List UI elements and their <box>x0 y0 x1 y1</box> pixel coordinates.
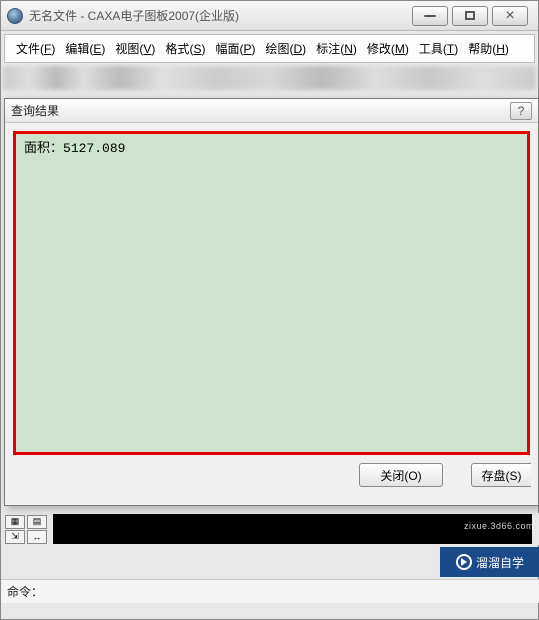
command-line: 命令： <box>1 579 539 603</box>
watermark-text: 溜溜自学 <box>476 554 524 571</box>
menu-annot[interactable]: 标注(N) <box>311 38 362 59</box>
menu-view[interactable]: 视图(V) <box>110 38 160 59</box>
dialog-help-button[interactable]: ? <box>510 102 532 120</box>
maximize-button[interactable] <box>452 6 488 26</box>
save-button[interactable]: 存盘(S) <box>471 463 531 487</box>
result-value: 5127.089 <box>63 141 125 156</box>
window-controls: × <box>412 6 528 26</box>
result-textarea[interactable]: 面积：5127.089 <box>16 134 527 452</box>
maximize-icon <box>465 11 475 20</box>
menu-frame[interactable]: 幅面(P) <box>210 38 260 59</box>
close-button[interactable]: 关闭(O) <box>359 463 443 487</box>
help-icon: ? <box>518 104 525 118</box>
command-label: 命令： <box>7 583 43 600</box>
play-icon <box>456 554 472 570</box>
window-title: 无名文件 - CAXA电子图板2007(企业版) <box>29 7 412 24</box>
minimize-icon <box>424 15 436 17</box>
command-input[interactable] <box>43 583 534 601</box>
app-icon <box>7 8 23 24</box>
menu-file[interactable]: 文件(F) <box>11 38 60 59</box>
command-history[interactable]: zixue.3d66.com <box>53 514 532 544</box>
close-window-button[interactable]: × <box>492 6 528 26</box>
menu-format[interactable]: 格式(S) <box>160 38 210 59</box>
menu-help[interactable]: 帮助(H) <box>463 38 514 59</box>
dialog-title-bar: 查询结果 ? <box>5 99 538 123</box>
dialog-button-row: 关闭(O) 存盘(S) <box>13 455 530 497</box>
tool-row: ▦ ⇲ ▤ ↔ zixue.3d66.com <box>1 513 539 545</box>
dialog-title: 查询结果 <box>11 102 59 119</box>
menu-bar: 文件(F) 编辑(E) 视图(V) 格式(S) 幅面(P) 绘图(D) 标注(N… <box>4 34 535 63</box>
bottom-area: ▦ ⇲ ▤ ↔ zixue.3d66.com 溜溜自学 命令： <box>1 513 539 545</box>
tool-icon-a[interactable]: ▦ <box>5 515 25 529</box>
result-highlight-frame: 面积：5127.089 <box>13 131 530 455</box>
watermark-url: zixue.3d66.com <box>464 521 534 531</box>
watermark-badge: 溜溜自学 <box>440 547 539 577</box>
minimize-button[interactable] <box>412 6 448 26</box>
close-icon: × <box>505 8 514 24</box>
result-label: 面积： <box>24 141 63 156</box>
menu-edit[interactable]: 编辑(E) <box>60 38 110 59</box>
menu-modify[interactable]: 修改(M) <box>362 38 414 59</box>
title-bar: 无名文件 - CAXA电子图板2007(企业版) × <box>1 1 538 31</box>
tool-icon-c[interactable]: ▤ <box>27 515 47 529</box>
menu-tools[interactable]: 工具(T) <box>414 38 463 59</box>
tool-icon-d[interactable]: ↔ <box>27 530 47 544</box>
tool-icon-b[interactable]: ⇲ <box>5 530 25 544</box>
menu-draw[interactable]: 绘图(D) <box>260 38 311 59</box>
toolbar-blurred <box>3 66 536 90</box>
dialog-body: 面积：5127.089 关闭(O) 存盘(S) <box>5 123 538 505</box>
query-result-dialog: 查询结果 ? 面积：5127.089 关闭(O) 存盘(S) <box>4 98 539 506</box>
